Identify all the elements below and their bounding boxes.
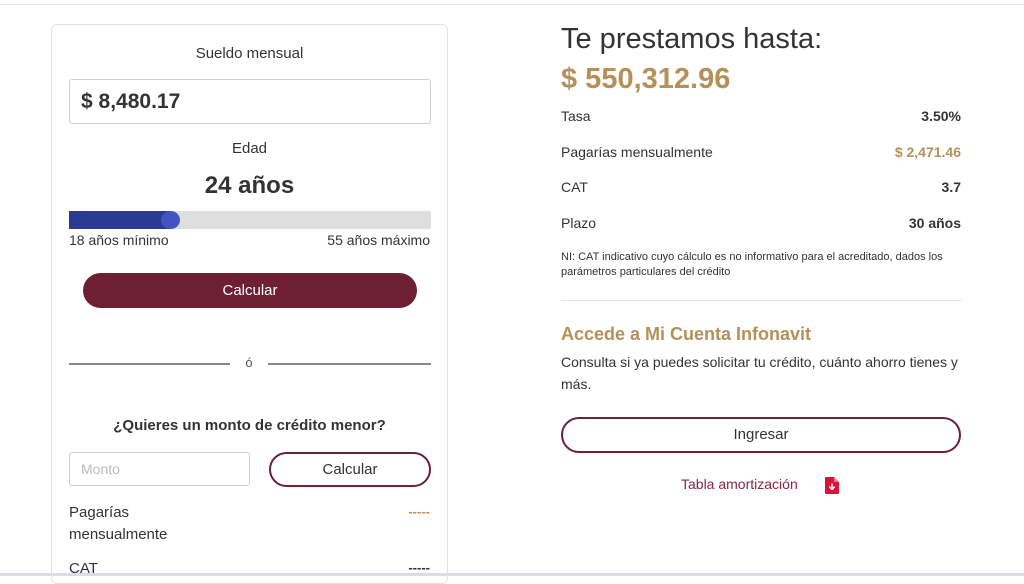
section-divider (561, 300, 961, 301)
cat-note: NI: CAT indicativo cuyo cálculo es no in… (561, 251, 943, 278)
term-row: Plazo 30 años (561, 215, 961, 237)
term-value: 30 años (908, 215, 961, 231)
divider-line-left (69, 363, 230, 365)
age-slider-fill (69, 211, 171, 229)
cat-result-value: 3.7 (941, 179, 961, 195)
monthly-value: $ 2,471.46 (894, 144, 961, 160)
age-slider-thumb[interactable] (161, 211, 180, 229)
salary-input[interactable]: $ 8,480.17 (69, 79, 431, 124)
rate-value: 3.50% (921, 108, 961, 124)
amortization-table-link[interactable]: Tabla amortización (681, 476, 798, 492)
monthly-payment-value: ----- (408, 504, 430, 519)
calculate-button[interactable]: Calcular (83, 273, 417, 308)
age-max-label: 55 años máximo (327, 232, 430, 248)
age-value: 24 años (204, 172, 295, 199)
divider-text: ó (245, 355, 253, 370)
access-title: Accede a Mi Cuenta Infonavit (561, 324, 812, 344)
monthly-payment-label: Pagarías mensualmente (69, 504, 168, 543)
term-label: Plazo (561, 215, 597, 231)
monthly-label: Pagarías mensualmente (561, 144, 713, 160)
top-border (0, 4, 1024, 5)
cat-label: CAT (69, 560, 98, 577)
cat-row: CAT 3.7 (561, 179, 961, 201)
cat-result-label: CAT (561, 179, 588, 195)
salary-label: Sueldo mensual (195, 45, 304, 62)
access-description: Consulta si ya puedes solicitar tu crédi… (561, 354, 958, 392)
age-label: Edad (231, 140, 268, 157)
login-button[interactable]: Ingresar (561, 417, 961, 453)
rate-row: Tasa 3.50% (561, 108, 961, 130)
calculator-card: Sueldo mensual $ 8,480.17 Edad 24 años 1… (51, 24, 448, 584)
rate-label: Tasa (561, 108, 591, 124)
divider-line-right (268, 363, 431, 365)
age-min-label: 18 años mínimo (69, 232, 169, 248)
pdf-download-icon[interactable] (825, 477, 839, 494)
age-slider[interactable] (69, 211, 431, 229)
lower-amount-title: ¿Quieres un monto de crédito menor? (113, 417, 386, 434)
monthly-row: Pagarías mensualmente $ 2,471.46 (561, 144, 961, 166)
loan-title: Te prestamos hasta: (561, 23, 823, 55)
monto-input[interactable]: Monto (69, 452, 250, 486)
calculate-lower-button[interactable]: Calcular (269, 452, 431, 487)
loan-amount: $ 550,312.96 (561, 63, 731, 95)
